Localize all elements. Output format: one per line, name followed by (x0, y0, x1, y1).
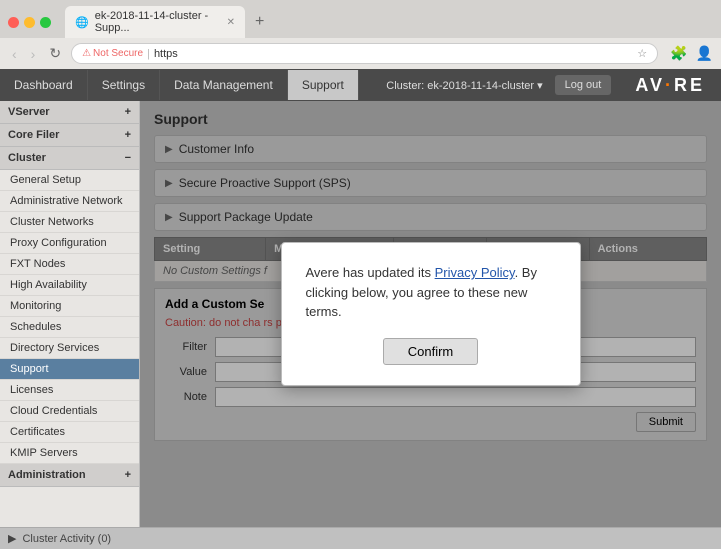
sidebar-item-directory-services[interactable]: Directory Services (0, 338, 139, 359)
privacy-policy-link[interactable]: Privacy Policy (435, 265, 515, 280)
tab-title: ek-2018-11-14-cluster - Supp... (95, 10, 221, 34)
traffic-lights (8, 17, 51, 28)
logout-button[interactable]: Log out (555, 75, 612, 95)
cluster-expand-icon: − (125, 152, 131, 164)
top-nav-tabs: Dashboard Settings Data Management Suppo… (0, 70, 374, 100)
sidebar-item-licenses[interactable]: Licenses (0, 380, 139, 401)
sidebar-item-fxt-nodes[interactable]: FXT Nodes (0, 254, 139, 275)
sidebar-section-corefiler[interactable]: Core Filer + (0, 124, 139, 147)
tab-favicon: 🌐 (75, 16, 89, 29)
modal-text-before-link: Avere has updated its (306, 265, 435, 280)
sidebar-item-schedules[interactable]: Schedules (0, 317, 139, 338)
modal-overlay: Avere has updated its Privacy Policy. By… (140, 101, 721, 527)
sidebar-item-cloud-credentials[interactable]: Cloud Credentials (0, 401, 139, 422)
new-tab-button[interactable]: + (249, 11, 270, 33)
tab-data-management[interactable]: Data Management (160, 70, 288, 100)
administration-expand-icon: + (125, 469, 131, 481)
sidebar-item-monitoring[interactable]: Monitoring (0, 296, 139, 317)
bottom-bar[interactable]: ▶ Cluster Activity (0) (0, 527, 721, 549)
corefiler-expand-icon: + (125, 129, 131, 141)
vserver-label: VServer (8, 106, 50, 118)
separator-bar: | (147, 48, 150, 60)
modal-box: Avere has updated its Privacy Policy. By… (281, 242, 581, 386)
vserver-expand-icon: + (125, 106, 131, 118)
content-area: Support ▶ Customer Info ▶ Secure Proacti… (140, 101, 721, 527)
sidebar: VServer + Core Filer + Cluster − General… (0, 101, 140, 527)
back-button[interactable]: ‹ (8, 44, 21, 64)
modal-text: Avere has updated its Privacy Policy. By… (306, 263, 556, 322)
sidebar-item-general-setup[interactable]: General Setup (0, 170, 139, 191)
forward-button[interactable]: › (27, 44, 40, 64)
bookmark-icon[interactable]: ☆ (637, 47, 647, 60)
security-warning: ⚠ Not Secure (82, 48, 143, 59)
top-nav: Dashboard Settings Data Management Suppo… (0, 69, 721, 101)
tab-settings[interactable]: Settings (88, 70, 160, 100)
cluster-label: Cluster (8, 152, 46, 164)
bottom-bar-arrow: ▶ (8, 532, 16, 545)
sidebar-section-vserver[interactable]: VServer + (0, 101, 139, 124)
confirm-button[interactable]: Confirm (383, 338, 479, 365)
corefiler-label: Core Filer (8, 129, 59, 141)
close-traffic-light[interactable] (8, 17, 19, 28)
browser-chrome: 🌐 ek-2018-11-14-cluster - Supp... ✕ + ‹ … (0, 0, 721, 69)
tab-support[interactable]: Support (288, 70, 359, 100)
sidebar-item-support[interactable]: Support (0, 359, 139, 380)
sidebar-item-kmip[interactable]: KMIP Servers (0, 443, 139, 464)
sidebar-item-certificates[interactable]: Certificates (0, 422, 139, 443)
maximize-traffic-light[interactable] (40, 17, 51, 28)
address-text: https (154, 48, 178, 60)
extensions-icon[interactable]: 🧩 (670, 45, 687, 62)
cluster-selector[interactable]: Cluster: ek-2018-11-14-cluster ▾ (374, 79, 554, 92)
app-container: Dashboard Settings Data Management Suppo… (0, 69, 721, 549)
sidebar-section-administration[interactable]: Administration + (0, 464, 139, 487)
sidebar-item-cluster-networks[interactable]: Cluster Networks (0, 212, 139, 233)
minimize-traffic-light[interactable] (24, 17, 35, 28)
profile-icon[interactable]: 👤 (696, 45, 713, 62)
address-bar[interactable]: ⚠ Not Secure | https ☆ (71, 43, 658, 64)
administration-label: Administration (8, 469, 86, 481)
browser-icons: 🧩 👤 (670, 45, 713, 62)
active-browser-tab[interactable]: 🌐 ek-2018-11-14-cluster - Supp... ✕ (65, 6, 245, 38)
security-label: Not Secure (93, 48, 143, 59)
sidebar-section-cluster[interactable]: Cluster − (0, 147, 139, 170)
reload-button[interactable]: ↻ (45, 43, 65, 64)
sidebar-item-admin-network[interactable]: Administrative Network (0, 191, 139, 212)
warning-icon: ⚠ (82, 48, 91, 59)
tab-bar: 🌐 ek-2018-11-14-cluster - Supp... ✕ + (0, 0, 721, 38)
main-layout: VServer + Core Filer + Cluster − General… (0, 101, 721, 527)
brand-logo: AV·RE (619, 75, 721, 96)
bottom-bar-label: Cluster Activity (0) (22, 533, 111, 545)
address-bar-row: ‹ › ↻ ⚠ Not Secure | https ☆ 🧩 👤 (0, 38, 721, 69)
tab-close-icon[interactable]: ✕ (227, 17, 235, 28)
sidebar-item-proxy[interactable]: Proxy Configuration (0, 233, 139, 254)
sidebar-item-ha[interactable]: High Availability (0, 275, 139, 296)
tab-dashboard[interactable]: Dashboard (0, 70, 88, 100)
